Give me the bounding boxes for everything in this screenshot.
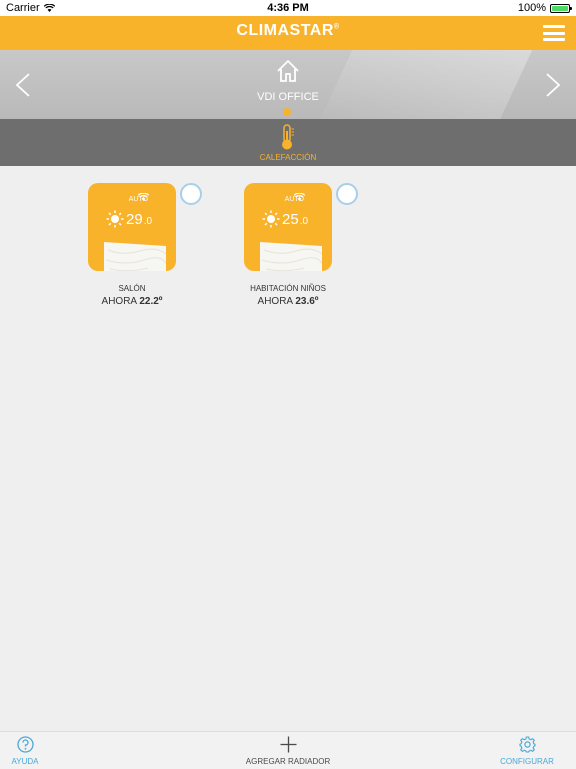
- logo-text: CLIMASTAR: [236, 22, 334, 39]
- battery-icon: [550, 3, 572, 13]
- current-value: 23.6º: [295, 296, 319, 307]
- climastar-logo: CLIMASTAR®: [0, 22, 576, 40]
- house-icon: [277, 60, 299, 82]
- help-label: AYUDA: [11, 757, 39, 766]
- radiator-icon: [104, 242, 166, 271]
- mode-bar[interactable]: CALEFACCIÓN: [0, 119, 576, 166]
- device-name: SALÓN: [118, 284, 146, 293]
- clock: 4:36 PM: [267, 2, 309, 14]
- setpoint-decimal: .0: [299, 216, 309, 227]
- sun-icon: [106, 210, 124, 228]
- device-current-temperature: AHORA 22.2º: [68, 296, 196, 307]
- device-tile[interactable]: AUTO 25.0: [244, 183, 332, 271]
- device-tile[interactable]: AUTO 29.0: [88, 183, 176, 271]
- location-banner: VDI OFFICE: [0, 50, 576, 119]
- chevron-right-icon[interactable]: [544, 72, 562, 98]
- plus-icon: [280, 736, 296, 753]
- device-name: HABITACIÓN NIÑOS: [250, 284, 326, 293]
- add-radiator-button[interactable]: AGREGAR RADIADOR: [238, 736, 338, 766]
- setpoint-temperature: 29.0: [126, 211, 152, 228]
- current-prefix: AHORA: [101, 296, 137, 307]
- status-bar: Carrier 4:36 PM 100%: [0, 0, 576, 16]
- banner-background-image: [315, 50, 537, 119]
- add-radiator-label: AGREGAR RADIADOR: [245, 757, 331, 766]
- wifi-icon: [294, 193, 305, 201]
- hamburger-icon[interactable]: [543, 25, 565, 41]
- mode-label: CALEFACCIÓN: [259, 153, 317, 162]
- radiator-icon: [260, 242, 322, 271]
- bottom-toolbar: AYUDA AGREGAR RADIADOR CONFIGURAR: [0, 731, 576, 769]
- battery-info: 100%: [517, 2, 572, 14]
- configure-button[interactable]: CONFIGURAR: [496, 736, 558, 766]
- setpoint-integer: 25: [282, 211, 299, 228]
- wifi-icon: [138, 193, 149, 201]
- device-current-temperature: AHORA 23.6º: [224, 296, 352, 307]
- help-icon: [16, 736, 34, 753]
- help-button[interactable]: AYUDA: [10, 736, 40, 766]
- select-device-toggle[interactable]: [336, 183, 358, 205]
- page-indicator-dot: [283, 108, 291, 116]
- setpoint-temperature: 25.0: [282, 211, 308, 228]
- logo-registered-mark: ®: [333, 23, 340, 31]
- current-prefix: AHORA: [257, 296, 293, 307]
- sun-icon: [262, 210, 280, 228]
- current-value: 22.2º: [139, 296, 163, 307]
- configure-label: CONFIGURAR: [500, 757, 554, 766]
- app-header: CLIMASTAR®: [0, 16, 576, 50]
- location-name: VDI OFFICE: [257, 91, 319, 103]
- setpoint-decimal: .0: [143, 216, 153, 227]
- battery-percent: 100%: [517, 2, 546, 14]
- thermometer-icon: [282, 124, 294, 150]
- setpoint-integer: 29: [126, 211, 143, 228]
- gear-icon: [518, 736, 536, 753]
- select-device-toggle[interactable]: [180, 183, 202, 205]
